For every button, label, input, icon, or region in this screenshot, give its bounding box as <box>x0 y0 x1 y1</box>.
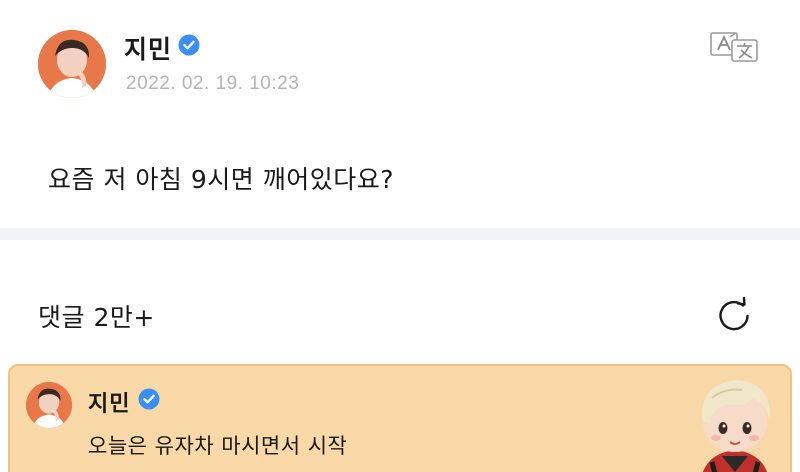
comment-author-avatar[interactable] <box>26 382 72 428</box>
comments-count[interactable]: 댓글 2만+ <box>38 298 155 334</box>
verified-badge-icon <box>138 388 160 410</box>
character-sticker-icon <box>701 380 771 472</box>
author-name[interactable]: 지민 <box>124 30 172 66</box>
post-body: 요즘 저 아침 9시면 깨어있다요? <box>48 165 394 194</box>
author-avatar[interactable] <box>38 30 106 98</box>
section-divider <box>0 228 800 240</box>
translate-icon[interactable] <box>708 30 760 64</box>
verified-badge-icon <box>178 34 200 56</box>
post-timestamp: 2022. 02. 19. 10:23 <box>126 73 300 94</box>
post: 지민 2022. 02. 19. 10:23 요즘 저 아침 9시면 깨어있다요… <box>0 0 800 228</box>
refresh-icon[interactable] <box>714 295 754 335</box>
comment-author-name[interactable]: 지민 <box>88 386 130 418</box>
comments-header: 댓글 2만+ <box>0 240 800 362</box>
comment-text: 오늘은 유자차 마시면서 시작 <box>88 434 348 458</box>
pinned-comment[interactable]: 지민 오늘은 유자차 마시면서 시작 <box>8 364 792 472</box>
